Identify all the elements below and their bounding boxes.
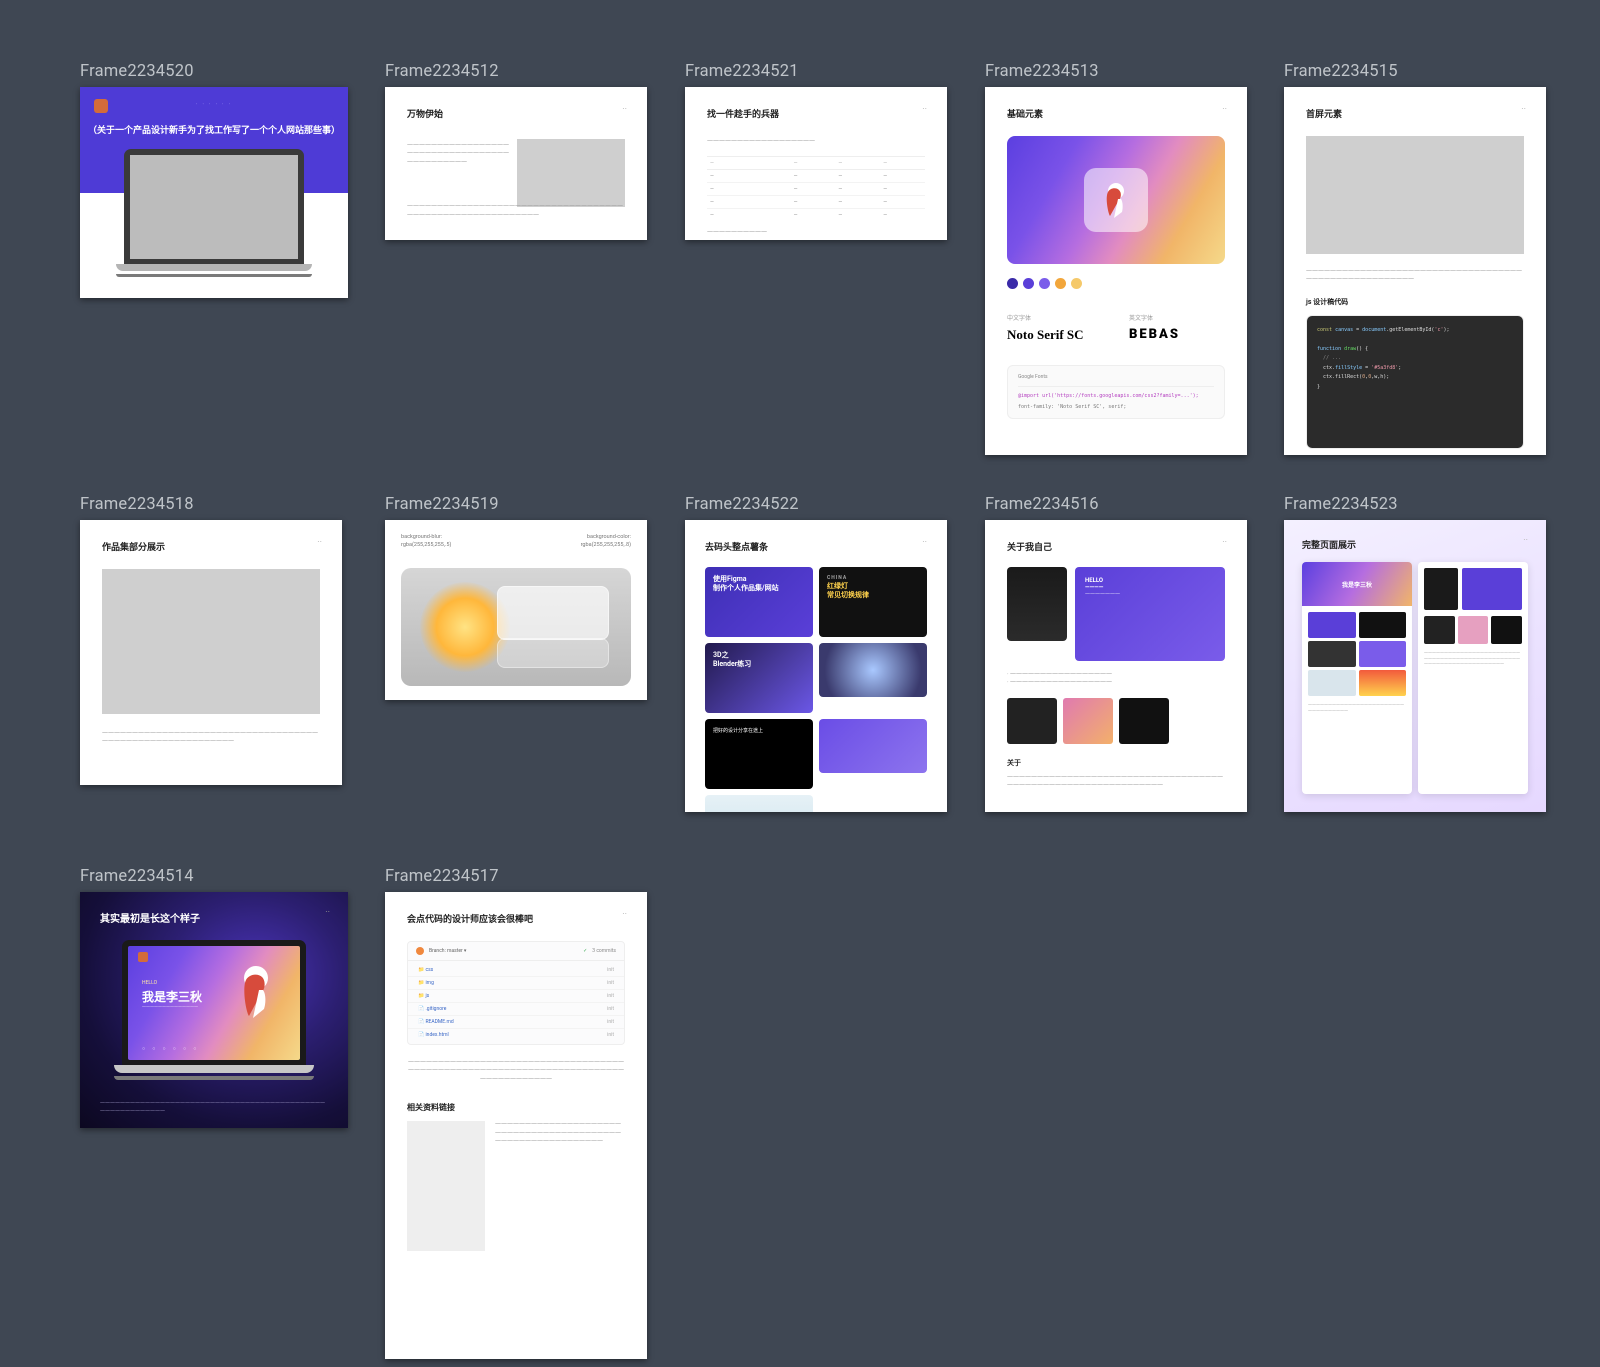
frame-2234523[interactable]: 完整页面展示 ·· 我是李三秋 一一一一一一一一一一一一一一一一一一一一一一一一… <box>1284 520 1546 812</box>
frame-label: Frame2234512 <box>385 62 647 81</box>
code-editor: const canvas = document.getElementById('… <box>1306 315 1524 449</box>
frame-2234516[interactable]: 关于我自己 ·· HELLO————一一一一一一一 · 一一一一一一一一一一一一… <box>985 520 1247 812</box>
image-placeholder <box>1306 136 1524 254</box>
code-thumb <box>407 1121 485 1251</box>
code-block: Google Fonts @import url('https://fonts.… <box>1007 365 1225 419</box>
body-text: 一一一一一一一一一一一一一一一一一一一一一一一一一一一一一一一一一一一一一一一一… <box>407 142 512 167</box>
page-number-icon: ·· <box>1222 538 1227 548</box>
portfolio-thumb <box>819 643 927 697</box>
frame-2234515[interactable]: 首屏元素 ·· 一一一一一一一一一一一一一一一一一一一一一一一一一一一一一一一一… <box>1284 87 1546 455</box>
portfolio-thumb: 使用Figma 制作个人作品集/网站 <box>705 567 813 637</box>
page-number-icon: ·· <box>1521 105 1526 115</box>
frame-2234520[interactable]: · · · · · · （关于一个产品设计新手为了找工作写了一个个人网站那些事） <box>80 87 348 298</box>
hero-name: 我是李三秋 <box>142 988 202 1005</box>
frame-label: Frame2234517 <box>385 867 647 886</box>
image-placeholder <box>102 569 320 714</box>
portfolio-thumb <box>705 795 813 812</box>
page-title: 找一件趁手的兵器 <box>707 107 925 120</box>
page-number-icon: ·· <box>1222 105 1227 115</box>
hero-title: （关于一个产品设计新手为了找工作写了一个个人网站那些事） <box>80 123 348 136</box>
table-row: ———— <box>707 196 925 209</box>
frame-label: Frame2234522 <box>685 495 947 514</box>
frame-label: Frame2234514 <box>80 867 348 886</box>
font-en: BEBAS <box>1129 327 1225 342</box>
frame-2234518[interactable]: 作品集部分展示 ·· 一一一一一一一一一一一一一一一一一一一一一一一一一一一一一… <box>80 520 342 785</box>
hero-image <box>1007 136 1225 264</box>
page-title: 会点代码的设计师应该会很棒吧 <box>407 912 625 925</box>
body-text: 一一一一一一一一一一一一一一一一一一一一一一一一一一一一一一一一一一一一一一一一… <box>407 203 625 220</box>
page-title: 基础元素 <box>1007 107 1225 120</box>
frame-label: Frame2234519 <box>385 495 647 514</box>
page-number-icon: ·· <box>622 105 627 115</box>
portfolio-thumb: 3D之 Blender练习 <box>705 643 813 713</box>
full-page-preview-left: 我是李三秋 一一一一一一一一一一一一一一一一一一一一一一一一一一一一一一一一一一 <box>1302 562 1412 794</box>
frame-2234517[interactable]: 会点代码的设计师应该会很棒吧 ·· Branch: master ▾✓3 com… <box>385 892 647 1359</box>
page-number-icon: ·· <box>922 105 927 115</box>
full-page-preview-right: 一一一一一一一一一一一一一一一一一一一一一一一一一一一一一一一一一一一一一一一一… <box>1418 562 1528 794</box>
table-header-row: ———— <box>707 157 925 170</box>
page-number-icon: ·· <box>317 538 322 548</box>
page-title: 去码头整点薯条 <box>705 540 927 553</box>
page-title: 完整页面展示 <box>1302 538 1528 551</box>
page-title: 其实最初是长这个样子 <box>100 910 328 925</box>
frame-2234513[interactable]: 基础元素 ·· 中文字体Noto Serif SC 英文字体BEBAS Goog… <box>985 87 1247 455</box>
frame-label: Frame2234516 <box>985 495 1247 514</box>
frame-2234519[interactable]: background-blur:rgba(255,255,255,.5) bac… <box>385 520 647 700</box>
page-title: 首屏元素 <box>1306 107 1524 120</box>
avatar <box>1007 567 1067 641</box>
frame-label: Frame2234520 <box>80 62 348 81</box>
demo-surface <box>401 568 631 686</box>
page-number-icon: ·· <box>922 538 927 548</box>
subheading: 相关资料链接 <box>407 1102 625 1113</box>
frame-2234521[interactable]: 找一件趁手的兵器 ·· 一一一一一一一一一一一一一一一一一一 ———— ————… <box>685 87 947 240</box>
table-row: ———— <box>707 183 925 196</box>
frame-label: Frame2234523 <box>1284 495 1546 514</box>
table-row: ———— <box>707 209 925 221</box>
figma-canvas[interactable]: Frame2234520 · · · · · · （关于一个产品设计新手为了找工… <box>0 0 1600 1367</box>
frame-2234514[interactable]: 其实最初是长这个样子 ·· HELLO 我是李三秋 一一一一一一一一一一一一一一… <box>80 892 348 1128</box>
frame-label: Frame2234513 <box>985 62 1247 81</box>
subheading: 关于 <box>1007 758 1225 768</box>
portfolio-thumb: 把好的设计分享在途上 <box>705 719 813 789</box>
portfolio-thumb: DESIGN <box>819 795 927 812</box>
frame-2234522[interactable]: 去码头整点薯条 ·· 使用Figma 制作个人作品集/网站 CHINA红绿灯 常… <box>685 520 947 812</box>
portfolio-thumb: CHINA红绿灯 常见切换规律 <box>819 567 927 637</box>
color-palette <box>1007 274 1225 293</box>
page-title: 关于我自己 <box>1007 540 1225 553</box>
table-row: ———— <box>707 170 925 183</box>
page-number-icon: ·· <box>1523 536 1528 546</box>
logo-tile <box>1084 168 1148 232</box>
font-cn: Noto Serif SC <box>1007 327 1103 343</box>
subheading: js 设计稿代码 <box>1306 297 1524 307</box>
frame-2234512[interactable]: 万物伊始 ·· 一一一一一一一一一一一一一一一一一一一一一一一一一一一一一一一一… <box>385 87 647 240</box>
image-placeholder <box>517 139 625 207</box>
frame-label: Frame2234521 <box>685 62 947 81</box>
page-title: 作品集部分展示 <box>102 540 320 553</box>
page-number-icon: ·· <box>325 908 330 918</box>
page-number-icon: ·· <box>622 910 627 920</box>
frame-label: Frame2234518 <box>80 495 342 514</box>
repo-panel: Branch: master ▾✓3 commits 📁 cssinit 📁 i… <box>407 941 625 1045</box>
nav: · · · · · · <box>80 102 348 108</box>
portfolio-thumb <box>819 719 927 773</box>
frame-label: Frame2234515 <box>1284 62 1546 81</box>
bio-card: HELLO————一一一一一一一 <box>1075 567 1225 661</box>
page-title: 万物伊始 <box>407 107 625 120</box>
